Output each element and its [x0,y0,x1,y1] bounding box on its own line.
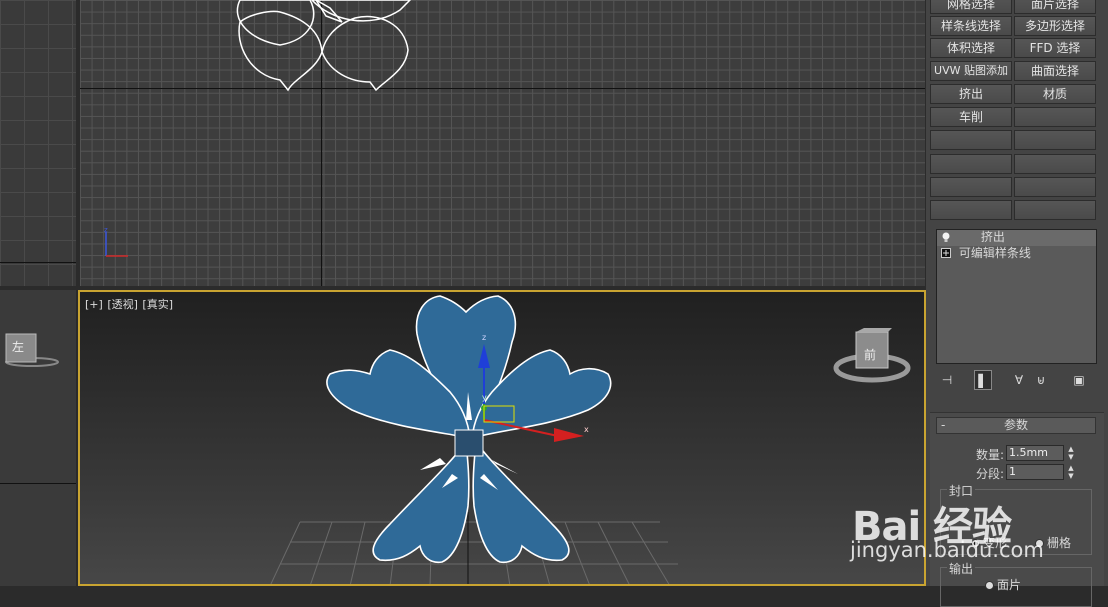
cap-grid-radio[interactable]: 栅格 [1035,534,1071,551]
modifier-stack[interactable]: 挤出 可编辑样条线 [936,229,1097,364]
segments-field[interactable]: 1 [1006,464,1064,480]
move-gizmo[interactable]: z x y [80,292,926,586]
flower-outline-top [236,0,412,92]
gizmo-x-label: x [584,425,589,434]
empty-modifier-button[interactable] [1014,177,1096,197]
stack-item-label: 挤出 [980,230,1005,244]
output-patch-label: 面片 [997,578,1022,592]
viewcube-face-label: 前 [864,348,877,362]
viewcube-left[interactable]: 左 [2,332,60,371]
collapse-toggle[interactable]: - [941,418,945,433]
stack-item-label: 可编辑样条线 [958,246,1031,260]
viewcube-perspective[interactable]: 前 [832,328,912,391]
gizmo-y-label: y [482,393,487,402]
stack-toolbar: ⊣ ▌ ∀ ⊌ ▣ [936,370,1101,392]
empty-modifier-button[interactable] [1014,130,1096,150]
capping-title: 封口 [947,482,976,499]
command-panel: 网格选择 面片选择 样条线选择 多边形选择 体积选择 FFD 选择 UVW 贴图… [926,0,1108,607]
cap-morph-label: 变形 [983,536,1008,550]
spline-select-button[interactable]: 样条线选择 [930,16,1012,36]
empty-modifier-button[interactable] [930,154,1012,174]
amount-spinner-arrows[interactable]: ▲ ▼ [1066,445,1076,461]
segments-spinner-arrows[interactable]: ▲ ▼ [1066,464,1076,480]
gizmo-z-label: z [482,333,486,342]
viewport-left-top[interactable] [0,0,76,286]
empty-modifier-button[interactable] [1014,107,1096,127]
viewcube-left-face-label: 左 [12,340,25,354]
amount-row: 数量: 1.5mm ▲ ▼ [930,445,1104,463]
configure-modifier-sets-icon[interactable]: ▣ [1070,370,1088,390]
uvw-map-add-button[interactable]: UVW 贴图添加 [930,61,1012,81]
empty-modifier-button[interactable] [930,177,1012,197]
surface-select-button[interactable]: 曲面选择 [1014,61,1096,81]
viewport-top[interactable]: z [80,0,925,286]
cap-morph-radio[interactable]: 变形 [971,534,1007,551]
capping-group: 封口 变形 栅格 [940,482,1092,555]
amount-label: 数量: [976,448,1005,462]
output-title: 输出 [947,560,976,577]
viewport-left-bottom[interactable]: 左 [0,290,76,586]
empty-modifier-button[interactable] [1014,200,1096,220]
ffd-select-button[interactable]: FFD 选择 [1014,38,1096,58]
plus-box-icon[interactable] [941,247,951,258]
extrude-button[interactable]: 挤出 [930,84,1012,104]
cap-grid-label: 栅格 [1047,536,1072,550]
viewport-perspective[interactable]: [+] [透视] [真实] z x y 前 [78,290,926,586]
stack-item-extrude[interactable]: 挤出 [937,230,1096,246]
show-end-result-icon[interactable]: ▌ [974,370,992,390]
segments-label: 分段: [976,467,1005,481]
rollout-title: 参数 [1003,418,1028,432]
parameters-rollout: - 参数 数量: 1.5mm ▲ ▼ 分段: 1 ▲ ▼ 封口 变形 栅格 输出 面… [930,412,1104,607]
amount-field[interactable]: 1.5mm [1006,445,1064,461]
lathe-button[interactable]: 车削 [930,107,1012,127]
pin-stack-icon[interactable]: ⊣ [938,370,956,390]
empty-modifier-button[interactable] [1014,154,1096,174]
segments-row: 分段: 1 ▲ ▼ [930,464,1104,482]
remove-modifier-icon[interactable]: ⊌ [1032,370,1050,390]
axis-tripod-icon: z [102,224,138,267]
stack-item-editable-spline[interactable]: 可编辑样条线 [937,246,1096,262]
material-button[interactable]: 材质 [1014,84,1096,104]
volume-select-button[interactable]: 体积选择 [930,38,1012,58]
svg-text:z: z [104,226,108,234]
make-unique-icon[interactable]: ∀ [1010,370,1028,390]
output-group: 输出 面片 [940,560,1092,607]
patch-select-button[interactable]: 面片选择 [1014,0,1096,14]
empty-modifier-button[interactable] [930,200,1012,220]
parameters-rollout-header[interactable]: - 参数 [936,417,1096,434]
empty-modifier-button[interactable] [930,130,1012,150]
poly-select-button[interactable]: 多边形选择 [1014,16,1096,36]
output-patch-radio[interactable]: 面片 [985,576,1021,593]
lightbulb-icon[interactable] [941,231,951,242]
mesh-select-button[interactable]: 网格选择 [930,0,1012,14]
